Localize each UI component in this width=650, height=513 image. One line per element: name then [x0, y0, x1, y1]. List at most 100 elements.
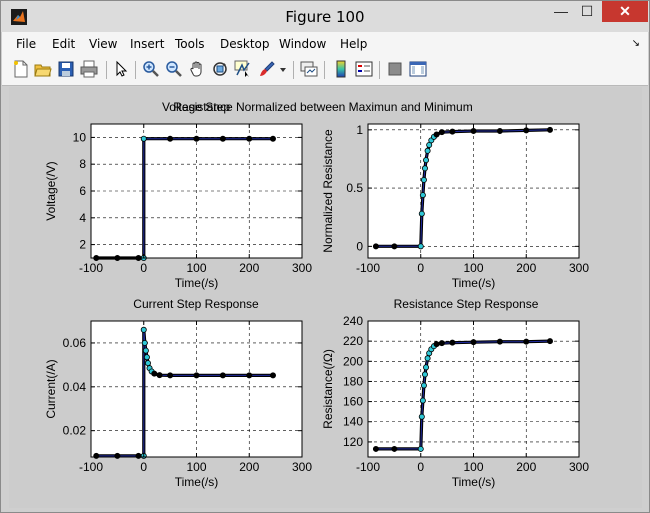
- y-tick-label: 6: [79, 184, 86, 198]
- y-tick-label: 140: [343, 415, 363, 429]
- figure-plots: -100 0 100 200 300246810Voltage StepTime(/s)…: [44, 100, 589, 489]
- y-tick-label: 240: [343, 314, 363, 328]
- rotate-3d-icon[interactable]: [211, 60, 229, 78]
- menu-tools[interactable]: Tools: [175, 37, 205, 51]
- x-tick-label: 300: [292, 460, 312, 474]
- x-tick-label: -100: [79, 261, 103, 275]
- data-point: [219, 135, 226, 142]
- chart-title-3: Resistance Step Response: [394, 297, 539, 311]
- dock-figure-icon[interactable]: ↘: [632, 38, 640, 49]
- data-point: [423, 157, 430, 164]
- title-bar[interactable]: Figure 100 — ☐ ✕: [1, 1, 649, 32]
- y-axis-label-0: Voltage(/V): [44, 161, 58, 220]
- maximize-button[interactable]: ☐: [574, 1, 600, 22]
- data-point: [421, 165, 428, 172]
- data-point: [438, 129, 445, 136]
- new-figure-icon[interactable]: [12, 60, 30, 78]
- y-tick-label: 220: [343, 334, 363, 348]
- pan-icon[interactable]: [188, 60, 206, 78]
- menu-edit[interactable]: Edit: [52, 37, 75, 51]
- data-point: [143, 354, 150, 361]
- x-tick-label: 100: [463, 460, 483, 474]
- data-point: [433, 131, 440, 138]
- chart-title-2: Current Step Response: [133, 297, 259, 311]
- data-point: [523, 338, 530, 345]
- x-tick-label: 200: [516, 460, 536, 474]
- hide-plot-tools-icon[interactable]: [386, 60, 404, 78]
- link-plot-icon[interactable]: [300, 60, 318, 78]
- data-point: [167, 135, 174, 142]
- chart-title-1: Resistance Normalized between Maximun an…: [173, 100, 472, 114]
- minimize-button[interactable]: —: [548, 1, 574, 22]
- menu-file[interactable]: File: [16, 37, 36, 51]
- menu-help[interactable]: Help: [340, 37, 367, 51]
- x-tick-label: 200: [516, 261, 536, 275]
- data-point: [144, 360, 151, 367]
- y-tick-label: 200: [343, 354, 363, 368]
- x-tick-label: 100: [186, 460, 206, 474]
- edit-plot-icon[interactable]: [112, 60, 130, 78]
- data-point: [246, 135, 253, 142]
- figure-window: Figure 100 — ☐ ✕ File Edit View Insert T…: [0, 0, 650, 513]
- close-button[interactable]: ✕: [602, 1, 648, 22]
- show-plot-tools-icon[interactable]: [409, 60, 427, 78]
- x-tick-label: 0: [417, 460, 424, 474]
- y-tick-label: 180: [343, 374, 363, 388]
- zoom-in-icon[interactable]: [142, 60, 160, 78]
- y-tick-label: 8: [79, 157, 86, 171]
- figure-toolbar: [2, 56, 648, 86]
- brush-icon[interactable]: [258, 60, 276, 78]
- data-point: [193, 372, 200, 379]
- data-point: [424, 355, 431, 362]
- open-file-icon[interactable]: [34, 60, 52, 78]
- data-point: [546, 338, 553, 345]
- data-point: [546, 126, 553, 133]
- data-point: [420, 382, 427, 389]
- data-point: [420, 176, 427, 183]
- data-point: [421, 371, 428, 378]
- menu-view[interactable]: View: [89, 37, 117, 51]
- x-tick-label: 100: [463, 261, 483, 275]
- menu-window[interactable]: Window: [279, 37, 326, 51]
- x-tick-label: -100: [79, 460, 103, 474]
- figure-canvas: -100 0 100 200 300 2 4 6 8 10 Voltage Step Time(/s)…: [9, 87, 642, 508]
- y-axis-label-2: Current(/A): [44, 359, 58, 418]
- data-point: [142, 347, 149, 354]
- x-tick-label: 300: [569, 261, 589, 275]
- x-axis-label-1: Time(/s): [452, 276, 496, 290]
- menu-insert[interactable]: Insert: [130, 37, 164, 51]
- data-point: [470, 339, 477, 346]
- data-point: [140, 135, 147, 142]
- zoom-out-icon[interactable]: [165, 60, 183, 78]
- x-tick-label: 0: [140, 460, 147, 474]
- data-point: [193, 135, 200, 142]
- data-point: [269, 135, 276, 142]
- data-point: [167, 372, 174, 379]
- x-tick-label: 0: [140, 261, 147, 275]
- x-tick-label: 100: [186, 261, 206, 275]
- menu-desktop[interactable]: Desktop: [220, 37, 270, 51]
- colorbar-icon[interactable]: [332, 60, 350, 78]
- brush-dropdown-icon[interactable]: [278, 60, 288, 78]
- save-icon[interactable]: [57, 60, 75, 78]
- data-point: [418, 210, 425, 217]
- data-point: [93, 452, 100, 459]
- y-axis-label-1: Normalized Resistance: [321, 129, 335, 253]
- data-point: [417, 445, 424, 452]
- data-point: [140, 326, 147, 333]
- legend-icon[interactable]: [355, 60, 373, 78]
- x-axis-label-2: Time(/s): [175, 475, 219, 489]
- data-cursor-icon[interactable]: [234, 60, 252, 78]
- y-tick-label: 1: [356, 123, 363, 137]
- print-icon[interactable]: [80, 60, 98, 78]
- toolbar-separator: [379, 61, 380, 79]
- data-point: [372, 243, 379, 250]
- data-point: [417, 243, 424, 250]
- data-point: [372, 445, 379, 452]
- data-point: [391, 243, 398, 250]
- data-point: [114, 452, 121, 459]
- x-tick-label: 300: [569, 460, 589, 474]
- y-tick-label: 0: [356, 239, 363, 253]
- x-tick-label: 300: [292, 261, 312, 275]
- data-point: [449, 128, 456, 135]
